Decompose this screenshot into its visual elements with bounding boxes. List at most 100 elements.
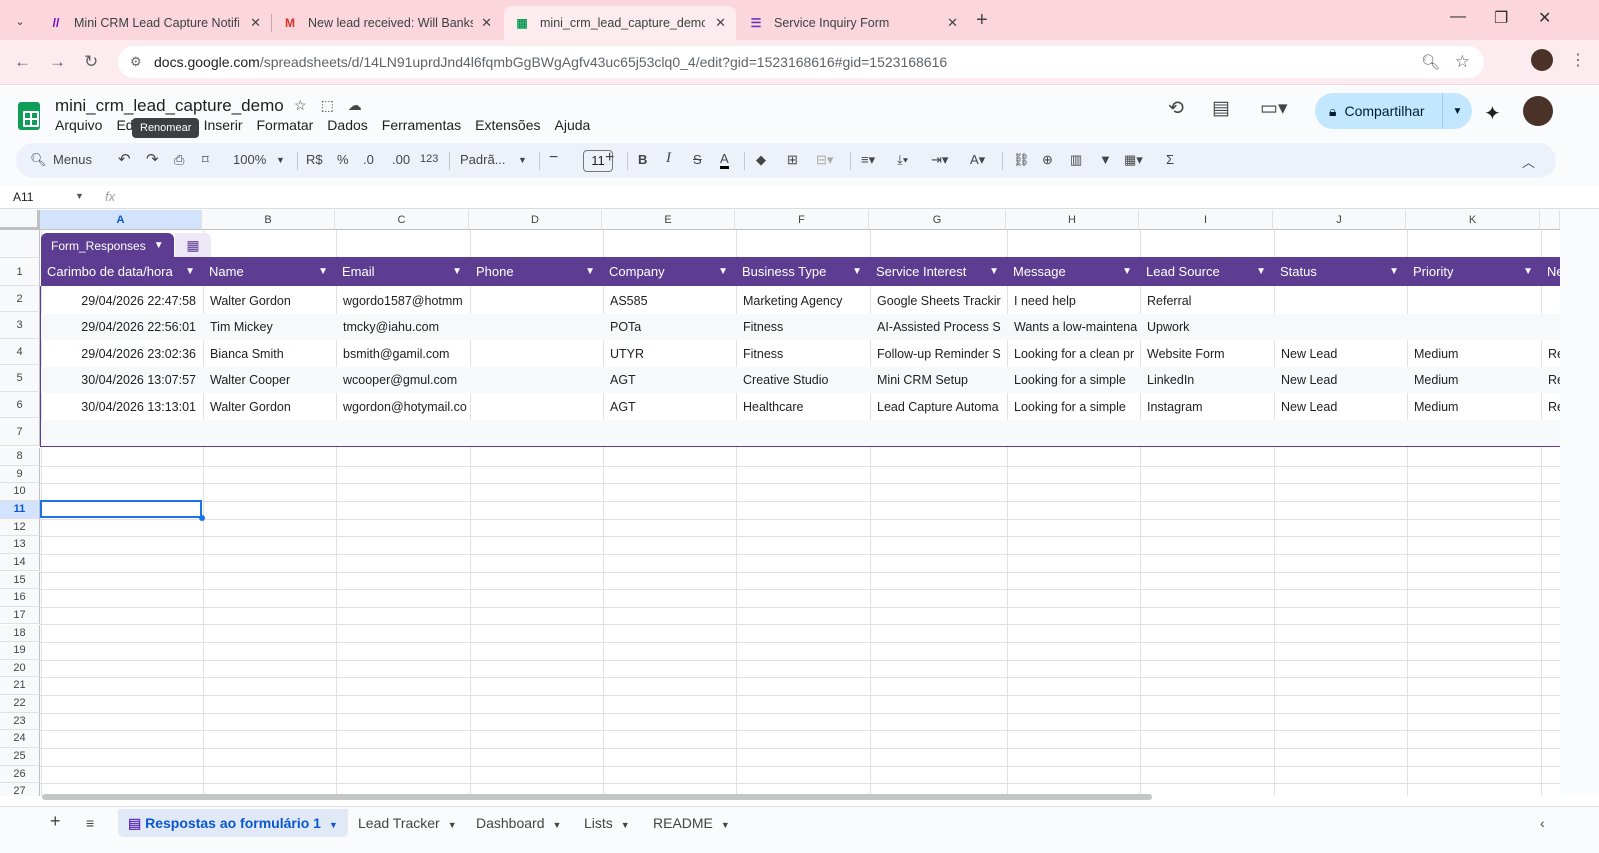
horizontal-scrollbar[interactable] <box>42 794 1152 800</box>
chevron-down-icon[interactable]: ▼ <box>75 191 84 201</box>
browser-tab-forms[interactable]: ☰ Service Inquiry Form ✕ <box>738 6 968 40</box>
text-rotation-icon[interactable]: A▾ <box>970 152 985 168</box>
close-icon[interactable]: ✕ <box>481 15 492 31</box>
row-header-26[interactable]: 26 <box>0 765 40 784</box>
row-header-1[interactable]: 1 <box>0 258 40 286</box>
text-wrapping-icon[interactable]: ⇥▾ <box>931 152 948 168</box>
browser-tab-sheets[interactable]: ▦ mini_crm_lead_capture_demo - ✕ <box>504 6 736 40</box>
table-header-cell[interactable]: Company ▼ <box>603 257 736 286</box>
redo-icon[interactable]: ↷ <box>146 150 159 168</box>
sheet-tab-dashboard[interactable]: Dashboard ▼ <box>466 809 571 837</box>
menu-arquivo[interactable]: Arquivo <box>55 117 102 133</box>
print-icon[interactable]: ⎙ <box>174 152 184 168</box>
font-select[interactable]: Padrã... <box>460 152 506 167</box>
table-header-cell[interactable]: Name ▼ <box>203 257 336 286</box>
table-settings-icon[interactable]: ▦ <box>175 233 211 258</box>
address-bar[interactable]: ⚙ docs.google.com/spreadsheets/d/14LN91u… <box>118 46 1484 78</box>
strikethrough-icon[interactable]: S <box>693 152 702 167</box>
row-header-12[interactable]: 12 <box>0 518 40 537</box>
column-header-i[interactable]: I <box>1139 210 1273 230</box>
column-menu-icon[interactable]: ▼ <box>852 257 862 286</box>
table-header-cell[interactable]: Message ▼ <box>1007 257 1140 286</box>
column-menu-icon[interactable]: ▼ <box>318 257 328 286</box>
undo-icon[interactable]: ↶ <box>118 150 131 168</box>
gemini-icon[interactable]: ✦ <box>1484 101 1501 126</box>
row-header-10[interactable]: 10 <box>0 483 40 501</box>
paint-format-icon[interactable]: ⌑ <box>202 152 209 168</box>
share-dropdown-icon[interactable]: ▼ <box>1442 93 1472 129</box>
star-icon[interactable]: ☆ <box>294 97 307 114</box>
row-header-15[interactable]: 15 <box>0 571 40 590</box>
close-icon[interactable]: ✕ <box>250 15 261 31</box>
row-header-2[interactable]: 2 <box>0 286 40 312</box>
table-header-cell[interactable]: Ne <box>1541 257 1560 286</box>
italic-icon[interactable]: I <box>666 150 671 167</box>
increase-decimal[interactable]: .00 <box>392 152 410 167</box>
new-tab-icon[interactable]: + <box>976 9 988 32</box>
row-header-21[interactable]: 21 <box>0 677 40 696</box>
column-menu-icon[interactable]: ▼ <box>185 257 195 286</box>
row-header-9[interactable]: 9 <box>0 465 40 484</box>
search-menus[interactable]: Menus <box>53 152 92 167</box>
search-menus-icon[interactable]: 🔍︎ <box>30 152 47 168</box>
cloud-status-icon[interactable]: ☁ <box>348 97 362 114</box>
table-name-chip[interactable]: Form_Responses ▼ <box>41 233 174 258</box>
row-header-20[interactable]: 20 <box>0 659 40 678</box>
meet-icon[interactable]: ▭▾ <box>1260 97 1288 120</box>
column-menu-icon[interactable]: ▼ <box>1122 257 1132 286</box>
move-folder-icon[interactable]: ⬚ <box>321 97 334 114</box>
filter-icon[interactable]: ▼ <box>1099 152 1112 167</box>
table-header-cell[interactable]: Status ▼ <box>1274 257 1407 286</box>
table-header-cell[interactable]: Email ▼ <box>336 257 470 286</box>
percent-format[interactable]: % <box>337 152 349 167</box>
name-box[interactable]: A11 <box>13 190 33 204</box>
sheets-logo[interactable] <box>9 96 49 136</box>
document-title[interactable]: mini_crm_lead_capture_demo <box>55 96 284 116</box>
version-history-icon[interactable]: ⟲ <box>1168 97 1184 120</box>
table-header-cell[interactable]: Lead Source ▼ <box>1140 257 1274 286</box>
table-header-cell[interactable]: Carimbo de data/hora ▼ <box>41 257 203 286</box>
comments-icon[interactable]: ▤ <box>1212 97 1230 120</box>
table-header-cell[interactable]: Priority ▼ <box>1407 257 1541 286</box>
explore-collapse-icon[interactable]: ‹ <box>1530 809 1555 837</box>
all-sheets-icon[interactable]: ≡ <box>76 809 104 837</box>
row-header-17[interactable]: 17 <box>0 606 40 625</box>
add-sheet-icon[interactable]: + <box>40 807 71 835</box>
borders-icon[interactable]: ⊞ <box>787 152 798 168</box>
table-header-cell[interactable]: Phone ▼ <box>470 257 603 286</box>
column-menu-icon[interactable]: ▼ <box>718 257 728 286</box>
sheet-tab-lead-tracker[interactable]: Lead Tracker ▼ <box>348 809 467 837</box>
row-header-25[interactable]: 25 <box>0 748 40 766</box>
forward-icon[interactable]: → <box>49 52 66 72</box>
decrease-decimal[interactable]: .0 <box>363 152 374 167</box>
column-menu-icon[interactable]: ▼ <box>452 257 462 286</box>
browser-tab-gmail[interactable]: M New lead received: Will Banks (F ✕ <box>272 6 502 40</box>
merge-cells-icon[interactable]: ⊟▾ <box>816 152 833 168</box>
column-header-a[interactable]: A <box>40 210 202 230</box>
sheet-tab-readme[interactable]: README ▼ <box>643 809 740 837</box>
spreadsheet-grid[interactable]: A B C D E F G H I J K 1 2 3 4 5 6 7 8 9 10 11 12 13 14 15 16 17 18 19… <box>0 210 1560 796</box>
insert-link-icon[interactable]: ⛓ <box>1013 152 1030 168</box>
zoom-select[interactable]: 100% <box>233 152 266 167</box>
column-menu-icon[interactable]: ▼ <box>989 257 999 286</box>
column-header-f[interactable]: F <box>735 210 869 230</box>
close-icon[interactable]: ✕ <box>715 15 726 31</box>
row-header-7[interactable]: 7 <box>0 418 40 446</box>
column-menu-icon[interactable]: ▼ <box>585 257 595 286</box>
column-header-g[interactable]: G <box>869 210 1006 230</box>
row-header-6[interactable]: 6 <box>0 392 40 418</box>
row-header-11[interactable]: 11 <box>0 500 40 519</box>
decrease-font-size-icon[interactable]: − <box>549 149 558 167</box>
row-header-13[interactable]: 13 <box>0 536 40 554</box>
account-avatar[interactable] <box>1523 96 1553 126</box>
collapse-toolbar-icon[interactable]: ︿ <box>1522 152 1535 171</box>
row-header-27[interactable]: 27 <box>0 783 40 796</box>
select-all-corner[interactable] <box>0 210 40 230</box>
row-header-18[interactable]: 18 <box>0 624 40 643</box>
column-menu-icon[interactable]: ▼ <box>1256 257 1266 286</box>
text-color-icon[interactable]: A <box>720 152 729 169</box>
row-header-19[interactable]: 19 <box>0 642 40 660</box>
share-button[interactable]: 🔒︎ Compartilhar ▼ <box>1315 93 1472 129</box>
column-header-b[interactable]: B <box>202 210 335 230</box>
row-header-16[interactable]: 16 <box>0 589 40 607</box>
